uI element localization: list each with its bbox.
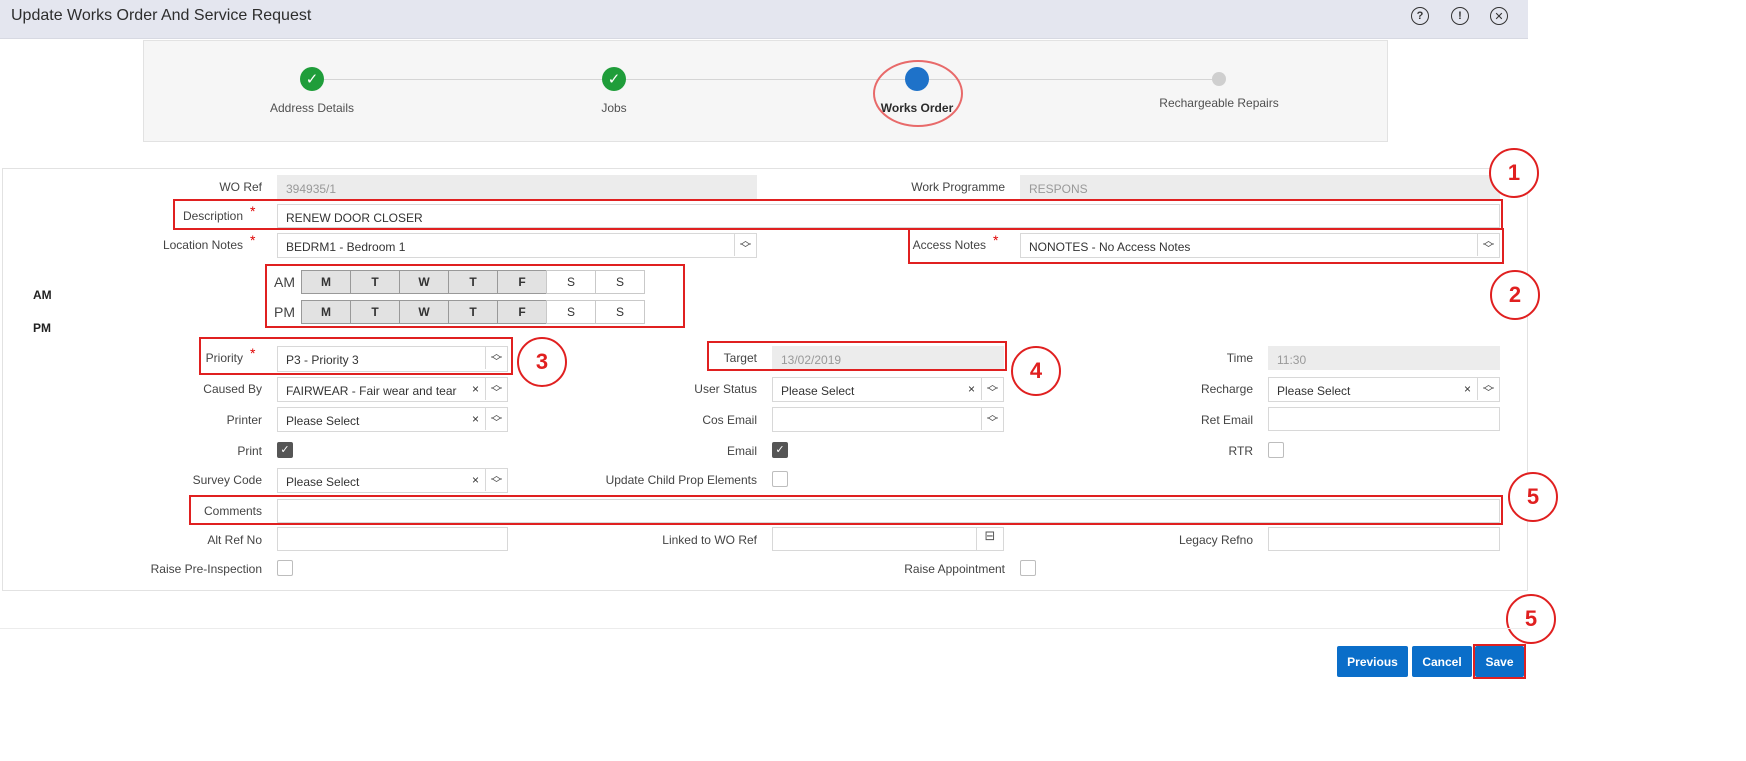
pm-side-label: PM (33, 321, 51, 335)
step-label: Address Details (269, 101, 355, 115)
raise-appointment-label: Raise Appointment (904, 562, 1005, 576)
spinner-icon[interactable]: ︿ ﹀ (1477, 378, 1499, 400)
printer-select[interactable]: Please Select × ︿ ﹀ (277, 407, 508, 432)
footer-divider (0, 628, 1528, 629)
step-label: Rechargeable Repairs (1159, 96, 1279, 110)
annotation-box-comments (189, 495, 1503, 525)
cos-email-label: Cos Email (702, 413, 757, 427)
location-notes-value: BEDRM1 - Bedroom 1 (286, 240, 406, 254)
title-bar: Update Works Order And Service Request ?… (0, 0, 1528, 39)
cos-email-select[interactable]: ︿ ﹀ (772, 407, 1004, 432)
printer-label: Printer (226, 413, 262, 427)
spinner-icon[interactable]: ︿ ﹀ (485, 408, 507, 430)
wizard-progress: ✓ Address Details ✓ Jobs Works Order Rec… (143, 40, 1388, 142)
spinner-icon[interactable]: ︿ ﹀ (485, 469, 507, 491)
spinner-icon[interactable]: ︿ ﹀ (485, 378, 507, 400)
annotation-marker-5: 5 (1508, 472, 1558, 522)
annotation-box-access-notes (908, 228, 1504, 264)
linked-wo-ref-field[interactable]: ⊟ (772, 527, 1004, 551)
user-status-select[interactable]: Please Select × ︿ ﹀ (772, 377, 1004, 402)
raise-pre-inspection-label: Raise Pre-Inspection (150, 562, 262, 576)
clear-icon[interactable]: × (968, 382, 975, 396)
wizard-track (312, 79, 1219, 80)
check-icon: ✓ (300, 67, 324, 91)
lookup-icon[interactable]: ⊟ (976, 528, 1003, 550)
rtr-checkbox[interactable] (1268, 442, 1284, 458)
annotation-marker-1: 1 (1489, 148, 1539, 198)
alt-ref-no-field[interactable] (277, 527, 508, 551)
wizard-step-jobs[interactable]: ✓ Jobs (514, 67, 714, 115)
survey-code-label: Survey Code (192, 473, 262, 487)
legacy-refno-label: Legacy Refno (1178, 533, 1253, 547)
annotation-marker-3: 3 (517, 337, 567, 387)
work-programme-field: RESPONS (1020, 175, 1500, 199)
am-side-label: AM (33, 288, 52, 302)
annotation-box-priority (199, 337, 513, 375)
wizard-step-address-details[interactable]: ✓ Address Details (212, 67, 412, 115)
spinner-icon[interactable]: ︿ ﹀ (981, 408, 1003, 430)
info-icon[interactable]: ! (1451, 7, 1469, 25)
annotation-marker-4: 4 (1011, 346, 1061, 396)
caused-by-select[interactable]: FAIRWEAR - Fair wear and tear × ︿ ﹀ (277, 377, 508, 402)
dialog-title: Update Works Order And Service Request (11, 7, 312, 24)
annotation-box-description (173, 199, 1503, 230)
update-child-label: Update Child Prop Elements (605, 473, 757, 487)
rtr-label: RTR (1228, 444, 1253, 458)
required-mark: * (250, 232, 256, 248)
clear-icon[interactable]: × (472, 382, 479, 396)
email-checkbox[interactable]: ✓ (772, 442, 788, 458)
save-button[interactable]: Save (1475, 646, 1524, 677)
location-notes-select[interactable]: BEDRM1 - Bedroom 1 ︿ ﹀ (277, 233, 757, 258)
linked-wo-ref-label: Linked to WO Ref (662, 533, 757, 547)
raise-appointment-checkbox[interactable] (1020, 560, 1036, 576)
email-label: Email (726, 444, 757, 458)
check-icon: ✓ (602, 67, 626, 91)
user-status-value: Please Select (781, 384, 855, 398)
annotation-marker-2: 2 (1490, 270, 1540, 320)
help-icon[interactable]: ? (1411, 7, 1429, 25)
recharge-label: Recharge (1200, 382, 1253, 396)
recharge-select[interactable]: Please Select × ︿ ﹀ (1268, 377, 1500, 402)
time-label: Time (1226, 351, 1253, 365)
user-status-label: User Status (694, 382, 757, 396)
spinner-icon[interactable]: ︿ ﹀ (981, 378, 1003, 400)
printer-value: Please Select (286, 414, 360, 428)
cancel-button[interactable]: Cancel (1412, 646, 1472, 677)
location-notes-label: Location Notes (162, 238, 243, 252)
legacy-refno-field[interactable] (1268, 527, 1500, 551)
pending-step-icon (1212, 72, 1226, 86)
time-field: 11:30 (1268, 346, 1500, 370)
raise-pre-inspection-checkbox[interactable] (277, 560, 293, 576)
alt-ref-no-label: Alt Ref No (207, 533, 262, 547)
highlight-oval (873, 60, 963, 127)
wizard-step-rechargeable-repairs[interactable]: Rechargeable Repairs (1119, 67, 1319, 110)
update-child-checkbox[interactable] (772, 471, 788, 487)
clear-icon[interactable]: × (1464, 382, 1471, 396)
ret-email-field[interactable] (1268, 407, 1500, 431)
survey-code-value: Please Select (286, 475, 360, 489)
close-icon[interactable]: ✕ (1490, 7, 1508, 25)
survey-code-select[interactable]: Please Select × ︿ ﹀ (277, 468, 508, 493)
print-label: Print (237, 444, 262, 458)
wo-ref-label: WO Ref (219, 180, 262, 194)
step-label: Jobs (601, 101, 627, 115)
wo-ref-field: 394935/1 (277, 175, 757, 199)
recharge-value: Please Select (1277, 384, 1351, 398)
print-checkbox[interactable]: ✓ (277, 442, 293, 458)
ret-email-label: Ret Email (1200, 413, 1253, 427)
spinner-icon[interactable]: ︿ ﹀ (734, 234, 756, 256)
annotation-marker-5-save: 5 (1506, 594, 1556, 644)
work-programme-label: Work Programme (911, 180, 1005, 194)
caused-by-label: Caused By (203, 382, 262, 396)
clear-icon[interactable]: × (472, 412, 479, 426)
previous-button[interactable]: Previous (1337, 646, 1408, 677)
annotation-box-target (707, 341, 1007, 371)
clear-icon[interactable]: × (472, 473, 479, 487)
annotation-box-day-selector (265, 264, 685, 328)
caused-by-value: FAIRWEAR - Fair wear and tear (286, 384, 457, 398)
